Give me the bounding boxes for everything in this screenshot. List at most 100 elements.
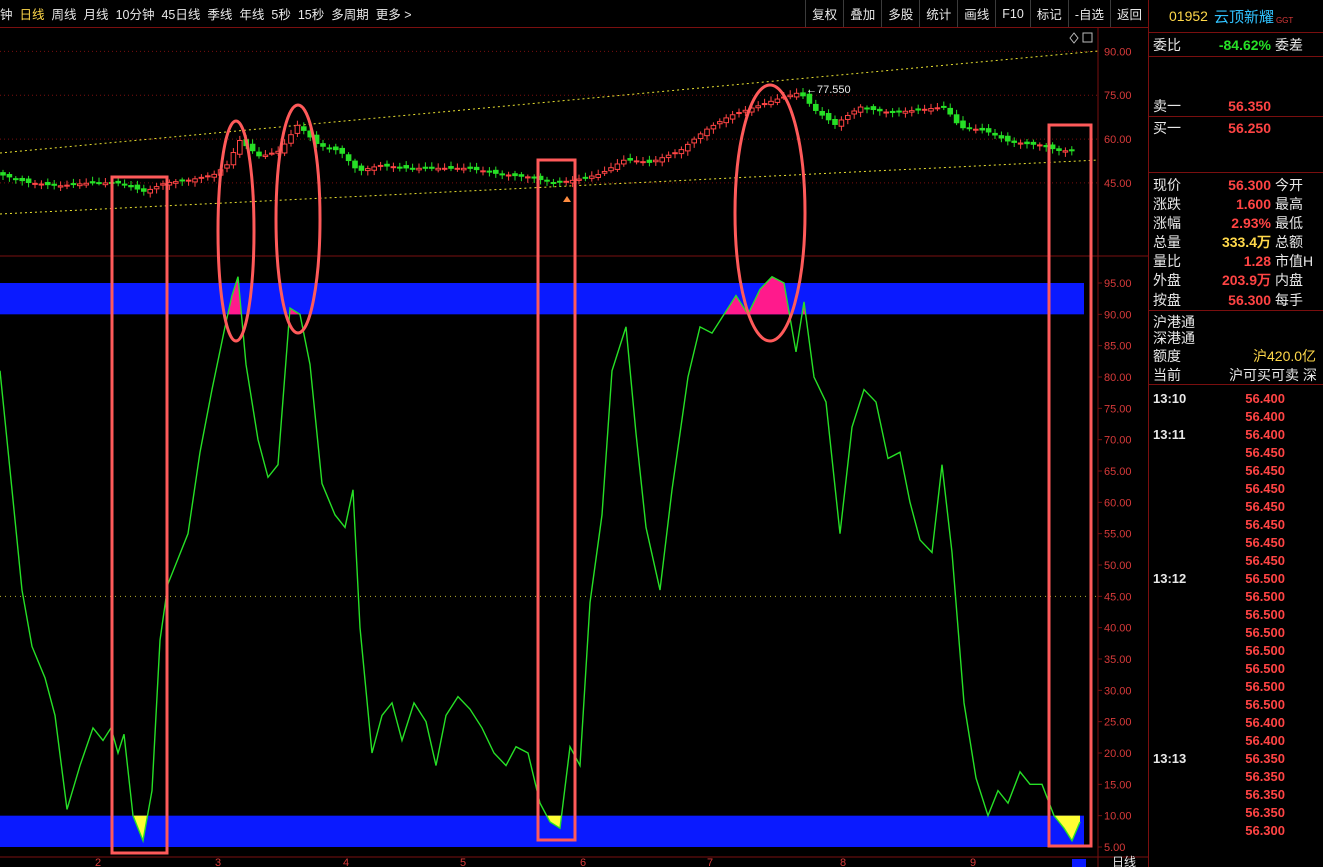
tick-list[interactable]: 13:10 56.400 56.400 13:11 56.400 56.450 56.450… (1149, 385, 1323, 839)
tool-button-8[interactable]: 返回 (1109, 0, 1148, 27)
stat-value: 1.600 (1235, 195, 1271, 212)
weibi-label: 委比 (1153, 36, 1181, 53)
candle-body (448, 166, 454, 169)
candle-body (505, 174, 512, 177)
candle-body (736, 112, 742, 115)
candle-body (973, 128, 979, 131)
tick-row: 13:10 56.400 (1149, 389, 1323, 407)
channel-lower (0, 159, 1099, 215)
stat-label: 外盘 (1153, 271, 1181, 288)
candle-body (915, 108, 922, 111)
indicator-axis-label: 15.00 (1104, 779, 1132, 791)
dangqian-row: 当前 沪可买可卖 深 (1149, 365, 1323, 385)
candle-body (377, 164, 384, 167)
candle-body (147, 188, 153, 194)
period-tab-2[interactable]: 周线 (52, 4, 84, 23)
tick-price: 56.450 (1245, 444, 1285, 460)
edu-row: 额度 沪420.0亿 (1149, 347, 1323, 365)
candle-body (838, 119, 845, 127)
tool-button-3[interactable]: 统计 (919, 0, 957, 27)
candle-body (633, 160, 640, 163)
candle-body (595, 174, 602, 178)
candle-body (288, 134, 294, 144)
tick-row: 13:13 56.350 (1149, 749, 1323, 767)
period-tab-0[interactable]: 钟 (0, 4, 20, 23)
tool-button-0[interactable]: 复权 (805, 0, 843, 27)
candle-body (320, 143, 326, 147)
candle-body (979, 127, 986, 131)
scroll-indicator (1072, 859, 1086, 867)
period-tab-5[interactable]: 45日线 (161, 4, 207, 23)
candle-body (729, 114, 736, 120)
tick-row: 56.500 (1149, 623, 1323, 641)
tick-price: 56.500 (1245, 606, 1285, 622)
stat-right-label: 内盘 (1275, 271, 1303, 288)
period-tab-9[interactable]: 15秒 (298, 4, 331, 23)
stat-label: 现价 (1153, 176, 1181, 193)
candle-body (352, 160, 358, 169)
tick-price: 56.350 (1245, 768, 1285, 784)
tick-time: 13:10 (1153, 390, 1187, 406)
hgt-row: 沪港通 (1149, 311, 1323, 330)
stat-label: 总量 (1153, 233, 1181, 250)
period-tab-6[interactable]: 季线 (207, 4, 239, 23)
period-tab-3[interactable]: 月线 (84, 4, 116, 23)
period-tab-8[interactable]: 5秒 (271, 4, 297, 23)
tick-row: 56.450 (1149, 443, 1323, 461)
tool-button-1[interactable]: 叠加 (843, 0, 881, 27)
candle-body (141, 188, 147, 192)
tool-button-4[interactable]: 画线 (957, 0, 995, 27)
x-axis-label: 2 (95, 857, 101, 867)
spacer (1149, 139, 1323, 173)
candle-body (544, 179, 550, 182)
candle-body (70, 183, 77, 186)
x-axis-label: 3 (215, 857, 221, 867)
candle-body (966, 127, 973, 130)
annotation-box (1047, 123, 1093, 848)
tool-button-5[interactable]: F10 (995, 0, 1030, 27)
tick-price: 56.400 (1245, 426, 1285, 442)
stat-value: 333.4万 (1221, 233, 1271, 250)
tick-price: 56.400 (1245, 732, 1285, 748)
candle-body (672, 152, 678, 155)
period-tab-10[interactable]: 多周期 (331, 4, 376, 23)
candle-body (953, 114, 960, 124)
candle-body (800, 92, 806, 97)
period-tab-4[interactable]: 10分钟 (116, 4, 162, 23)
candle-body (493, 169, 499, 174)
tool-button-2[interactable]: 多股 (881, 0, 919, 27)
candle-body (499, 173, 505, 176)
stat-row: 涨跌 1.600 最高 (1149, 194, 1323, 213)
stat-right-label: 今开 (1275, 176, 1303, 193)
candle-body (198, 176, 205, 179)
stat-value: 56.300 (1228, 176, 1271, 193)
weicha-label: 委差 (1275, 36, 1303, 53)
candle-body (409, 167, 416, 170)
sell1-row: 卖一 56.350 (1149, 95, 1323, 117)
tool-button-6[interactable]: 标记 (1029, 0, 1068, 27)
candle-body (1017, 142, 1024, 145)
chart-area[interactable]: 90.00 75.00 60.00 45.00 95.00 90.00 85.00 80.00… (0, 28, 1148, 867)
stat-value: 203.9万 (1221, 271, 1271, 288)
annotation-box (536, 158, 577, 842)
tool-button-7[interactable]: -自选 (1067, 0, 1110, 27)
diamond-icon (1069, 32, 1079, 44)
period-tab-7[interactable]: 年线 (239, 4, 271, 23)
tick-row: 56.450 (1149, 533, 1323, 551)
kline-indicator-chart[interactable]: 90.0075.0060.0045.0095.0090.0085.0080.00… (0, 28, 1148, 867)
tick-price: 56.450 (1245, 480, 1285, 496)
candle-body (102, 182, 109, 186)
candle-body (224, 164, 230, 169)
period-toolbar: 钟日线 周线 月线 10分钟 45日线 季线 年线 5秒 15秒 多周期 更多 > 复权 叠加 多股 统计… (0, 0, 1148, 28)
low-marker-icon (563, 196, 571, 202)
candle-body (345, 154, 352, 162)
tick-price: 56.500 (1245, 588, 1285, 604)
period-tab-1[interactable]: 日线 (20, 4, 52, 23)
candle-body (640, 161, 646, 164)
indicator-axis-label: 75.00 (1104, 403, 1132, 415)
tick-price: 56.400 (1245, 714, 1285, 730)
candle-body (403, 165, 409, 169)
candle-body (1062, 150, 1069, 153)
period-tab-11[interactable]: 更多 > (376, 4, 419, 23)
stat-label: 量比 (1153, 252, 1181, 269)
